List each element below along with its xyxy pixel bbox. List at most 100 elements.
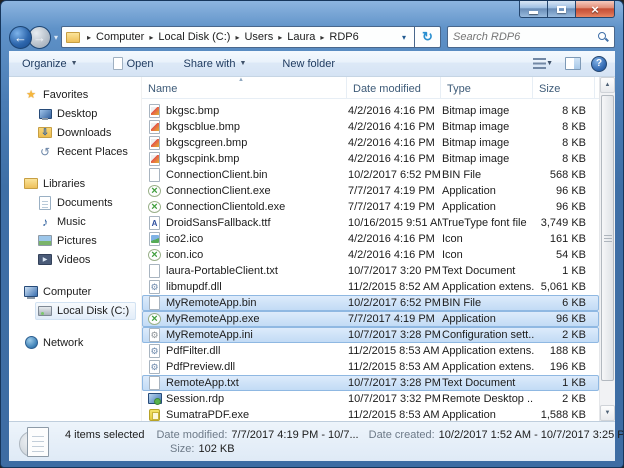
open-button[interactable]: Open: [104, 53, 163, 74]
file-date-modified: 10/2/2017 6:52 PM: [348, 297, 442, 309]
sidebar-item-downloads[interactable]: Downloads: [9, 123, 141, 142]
recent-icon: [38, 145, 52, 159]
file-size: 2 KB: [534, 393, 596, 405]
size-value: 102 KB: [198, 443, 234, 455]
sidebar-item-recent-places[interactable]: Recent Places: [9, 142, 141, 161]
scrollbar-thumb[interactable]: [601, 95, 614, 381]
sidebar-item-music[interactable]: Music: [9, 212, 141, 231]
file-row[interactable]: PdfFilter.dll 11/2/2015 8:53 AM Applicat…: [142, 343, 599, 359]
share-with-button[interactable]: Share with▼: [175, 54, 256, 74]
sidebar-item-favorites[interactable]: Favorites: [9, 85, 141, 104]
column-header-type[interactable]: Type: [441, 77, 533, 98]
date-modified-label: Date modified:: [156, 429, 227, 441]
back-button[interactable]: ←: [9, 26, 32, 49]
file-size: 568 KB: [534, 169, 596, 181]
exe-file-icon: [148, 184, 161, 198]
search-input[interactable]: [453, 31, 597, 43]
file-type: Bitmap image: [442, 137, 534, 149]
file-row[interactable]: bkgsc.bmp 4/2/2016 4:16 PM Bitmap image …: [142, 103, 599, 119]
maximize-button[interactable]: [548, 1, 575, 18]
minimize-icon: [529, 11, 538, 14]
file-row[interactable]: ico2.ico 4/2/2016 4:16 PM Icon 161 KB: [142, 231, 599, 247]
search-icon[interactable]: [597, 31, 609, 43]
file-row[interactable]: PdfPreview.dll 11/2/2015 8:53 AM Applica…: [142, 359, 599, 375]
file-size: 8 KB: [534, 105, 596, 117]
sidebar-item-pictures[interactable]: Pictures: [9, 231, 141, 250]
organize-button[interactable]: Organize▼: [13, 54, 87, 74]
minimize-button[interactable]: [519, 1, 548, 18]
file-row[interactable]: bkgscblue.bmp 4/2/2016 4:16 PM Bitmap im…: [142, 119, 599, 135]
sidebar-item-documents[interactable]: Documents: [9, 193, 141, 212]
sidebar-item-libraries[interactable]: Libraries: [9, 174, 141, 193]
file-name: MyRemoteApp.ini: [166, 329, 253, 341]
file-row[interactable]: SumatraPDF.exe 11/2/2015 8:53 AM Applica…: [142, 407, 599, 421]
file-row[interactable]: DroidSansFallback.ttf 10/16/2015 9:51 AM…: [142, 215, 599, 231]
network-icon: [24, 336, 38, 350]
file-row[interactable]: libmupdf.dll 11/2/2015 8:52 AM Applicati…: [142, 279, 599, 295]
file-date-modified: 4/2/2016 4:16 PM: [348, 121, 442, 133]
chevron-down-icon: ▼: [546, 60, 553, 67]
downloads-icon: [38, 126, 52, 140]
title-bar[interactable]: ×: [1, 1, 623, 23]
column-header-name[interactable]: Name ▲: [142, 77, 347, 98]
file-row[interactable]: ConnectionClient.exe 7/7/2017 4:19 PM Ap…: [142, 183, 599, 199]
sidebar-item-local-disk-c-[interactable]: Local Disk (C:): [9, 301, 141, 320]
exe-file-icon: [148, 248, 161, 262]
sidebar-item-network[interactable]: Network: [9, 333, 141, 352]
file-name: ico2.ico: [166, 233, 203, 245]
views-icon: [533, 58, 546, 69]
change-view-button[interactable]: ▼: [531, 54, 555, 73]
recent-pages-dropdown-icon[interactable]: ▾: [54, 33, 58, 42]
file-date-modified: 10/7/2017 3:28 PM: [348, 377, 442, 389]
file-row[interactable]: MyRemoteApp.bin 10/2/2017 6:52 PM BIN Fi…: [142, 295, 599, 311]
file-row[interactable]: bkgscpink.bmp 4/2/2016 4:16 PM Bitmap im…: [142, 151, 599, 167]
breadcrumb-item[interactable]: Local Disk (C:): [158, 31, 230, 43]
breadcrumb[interactable]: ▸Computer▸Local Disk (C:)▸Users▸Laura▸RD…: [61, 26, 415, 48]
breadcrumb-item[interactable]: RDP6: [329, 31, 358, 43]
toolbar-right-group: ▼ ?: [531, 53, 615, 74]
file-row[interactable]: MyRemoteApp.ini 10/7/2017 3:28 PM Config…: [142, 327, 599, 343]
file-row[interactable]: RemoteApp.txt 10/7/2017 3:28 PM Text Doc…: [142, 375, 599, 391]
sidebar-item-label: Local Disk (C:): [57, 305, 129, 317]
vertical-scrollbar[interactable]: ▲ ▼: [599, 77, 615, 421]
file-type: Bitmap image: [442, 121, 534, 133]
sidebar-item-label: Downloads: [57, 127, 111, 139]
file-row[interactable]: ConnectionClient.bin 10/2/2017 6:52 PM B…: [142, 167, 599, 183]
close-button[interactable]: ×: [575, 1, 615, 18]
file-row[interactable]: laura-PortableClient.txt 10/7/2017 3:20 …: [142, 263, 599, 279]
refresh-button[interactable]: ↻: [415, 26, 441, 48]
column-header-size[interactable]: Size: [533, 77, 595, 98]
file-row[interactable]: icon.ico 4/2/2016 4:16 PM Icon 54 KB: [142, 247, 599, 263]
file-date-modified: 11/2/2015 8:52 AM: [348, 281, 442, 293]
name-column-label: Name: [148, 83, 177, 95]
navigation-bar: ← → ▾ ▸Computer▸Local Disk (C:)▸Users▸La…: [9, 23, 615, 51]
scroll-down-button[interactable]: ▼: [600, 405, 615, 421]
sidebar-item-videos[interactable]: Videos: [9, 250, 141, 269]
file-row[interactable]: MyRemoteApp.exe 7/7/2017 4:19 PM Applica…: [142, 311, 599, 327]
music-icon: [38, 215, 52, 229]
file-row[interactable]: bkgscgreen.bmp 4/2/2016 4:16 PM Bitmap i…: [142, 135, 599, 151]
file-row[interactable]: ConnectionClientold.exe 7/7/2017 4:19 PM…: [142, 199, 599, 215]
file-type: Bitmap image: [442, 105, 534, 117]
file-type: Bitmap image: [442, 153, 534, 165]
preview-pane-button[interactable]: [563, 53, 583, 74]
new-folder-button[interactable]: New folder: [273, 54, 344, 74]
breadcrumb-item[interactable]: Users: [244, 31, 273, 43]
address-dropdown-icon[interactable]: ▾: [398, 33, 410, 42]
file-type: Application: [442, 313, 534, 325]
file-date-modified: 4/2/2016 4:16 PM: [348, 105, 442, 117]
breadcrumb-item[interactable]: Computer: [96, 31, 144, 43]
sidebar-item-computer[interactable]: Computer: [9, 282, 141, 301]
breadcrumb-item[interactable]: Laura: [287, 31, 315, 43]
column-header-date-modified[interactable]: Date modified: [347, 77, 441, 98]
share-label: Share with: [184, 58, 236, 70]
help-button[interactable]: ?: [591, 56, 607, 72]
sidebar-item-desktop[interactable]: Desktop: [9, 104, 141, 123]
scroll-up-button[interactable]: ▲: [600, 77, 615, 93]
search-box[interactable]: [447, 26, 615, 48]
file-row[interactable]: Session.rdp 10/7/2017 3:32 PM Remote Des…: [142, 391, 599, 407]
file-name: PdfFilter.dll: [166, 345, 220, 357]
breadcrumb-separator-icon: ▸: [144, 33, 158, 42]
sumatra-file-icon: [148, 408, 161, 421]
date-created-label: Date created:: [369, 429, 435, 441]
